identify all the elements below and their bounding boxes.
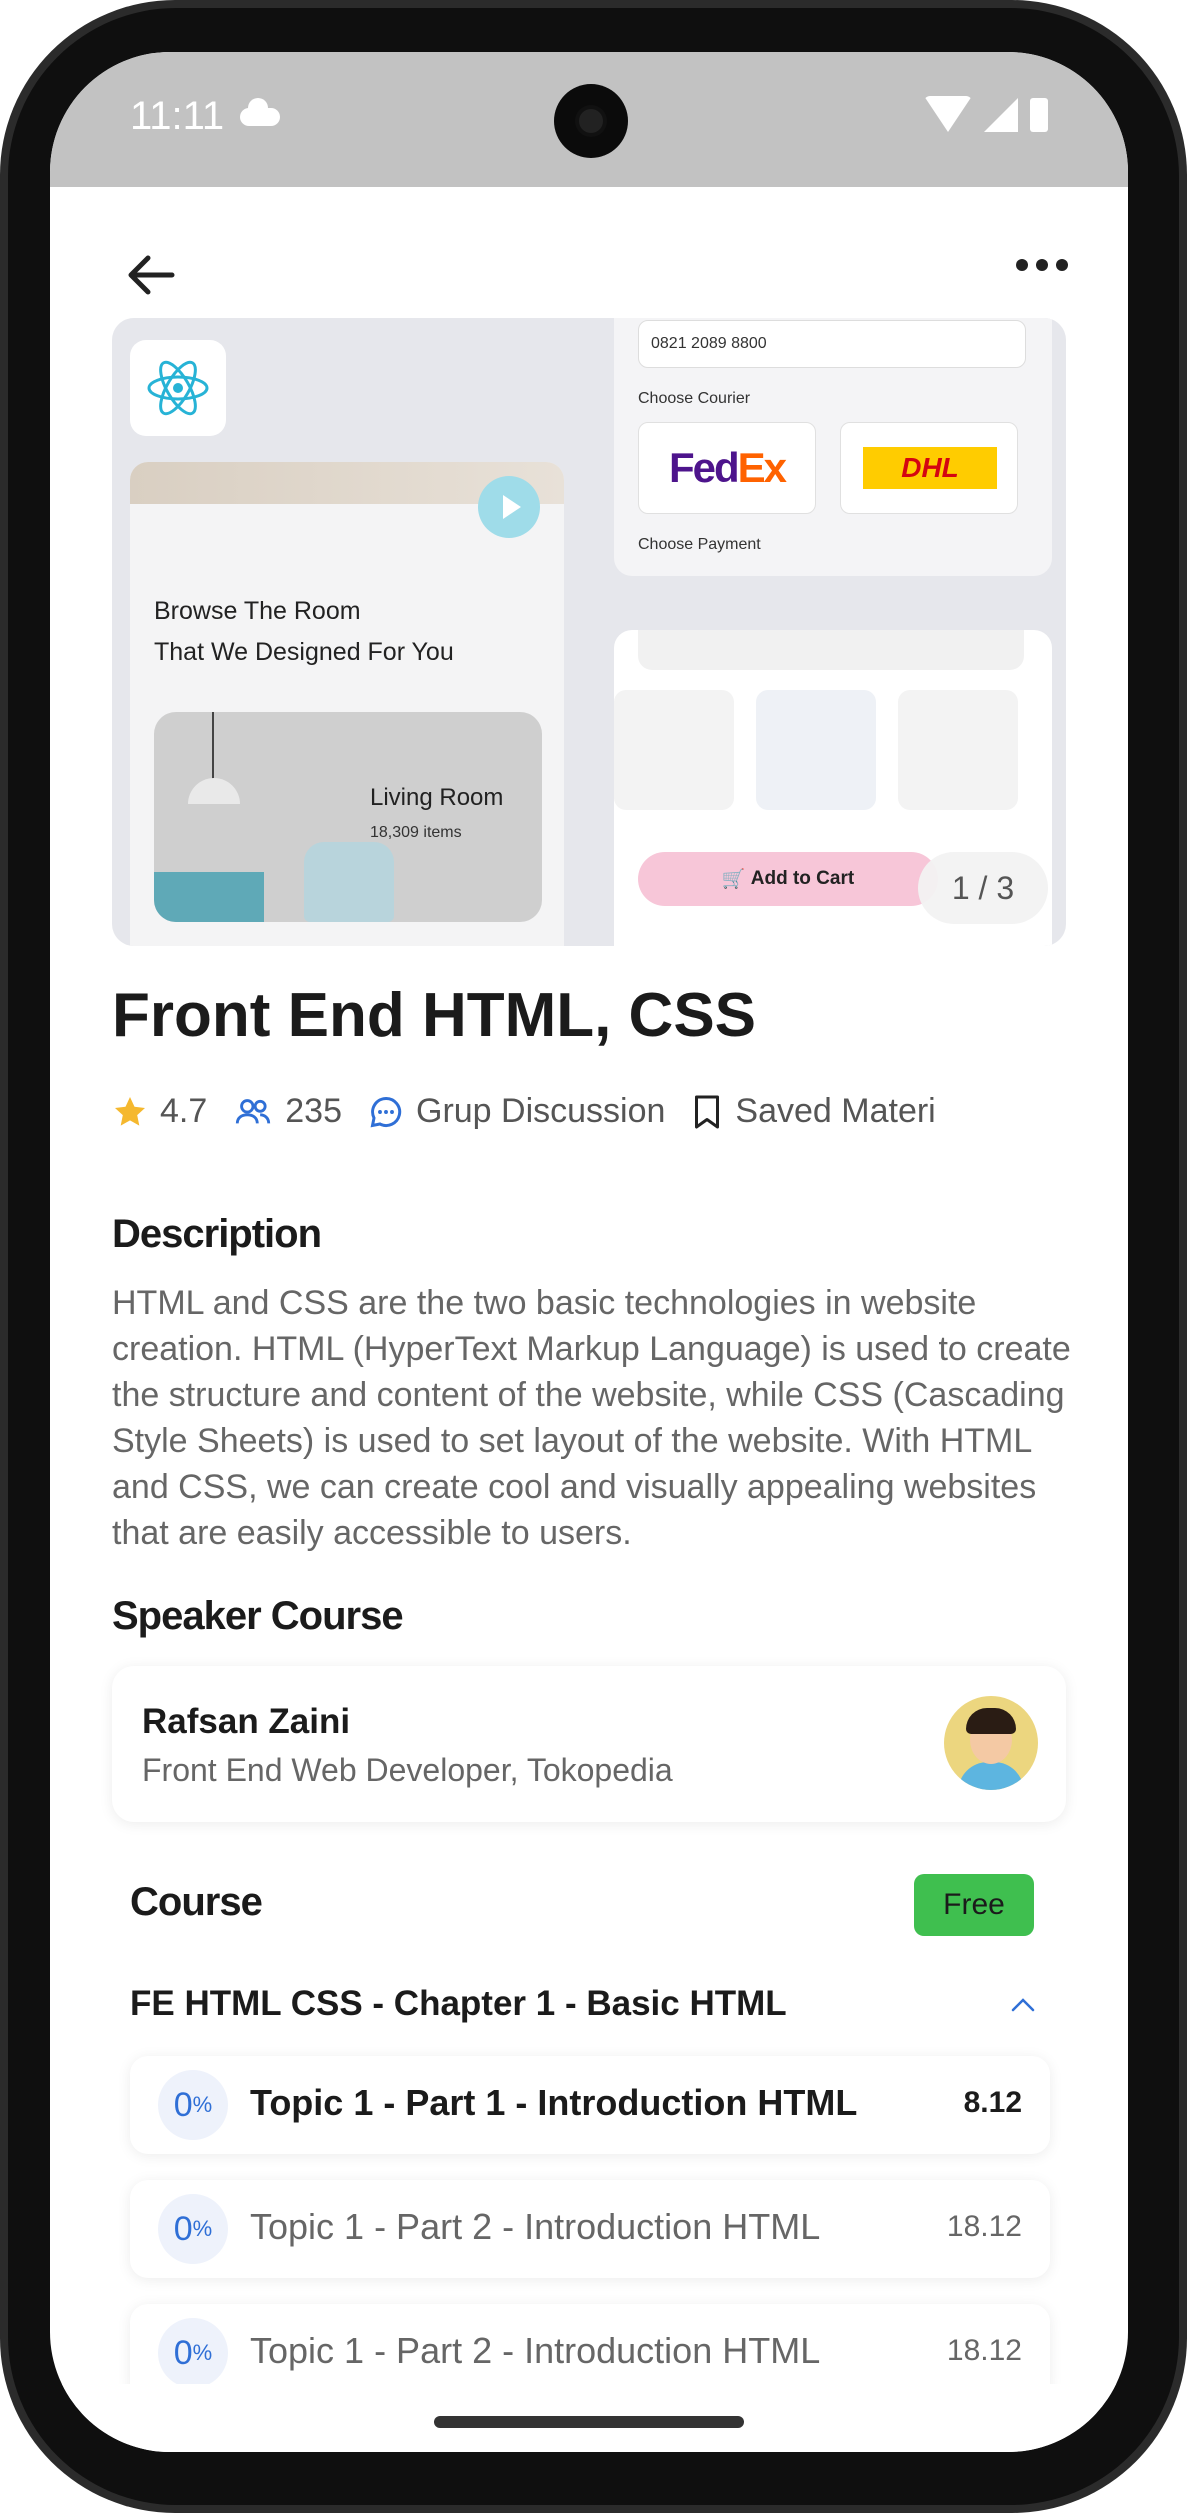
mock-room-items: 18,309 items [370, 824, 462, 841]
front-camera [554, 84, 628, 158]
progress-indicator: 0% [158, 2070, 228, 2140]
mock-add-to-cart: 🛒 Add to Cart [638, 852, 938, 906]
mock-phone-field: 0821 2089 8800 [638, 320, 1026, 368]
speaker-name: Rafsan Zaini [142, 1702, 351, 1741]
mock-choose-courier: Choose Courier [638, 390, 751, 407]
speaker-role: Front End Web Developer, Tokopedia [142, 1752, 673, 1788]
play-icon [478, 476, 540, 538]
speaker-card[interactable]: Rafsan Zaini Front End Web Developer, To… [112, 1666, 1066, 1822]
status-time: 11:11 [130, 94, 225, 138]
topic-duration: 8.12 [963, 2086, 1022, 2119]
users-icon [236, 1098, 271, 1124]
topic-item[interactable]: 0% Topic 1 - Part 2 - Introduction HTML … [130, 2180, 1050, 2278]
battery-icon [1030, 98, 1048, 132]
progress-indicator: 0% [158, 2194, 228, 2264]
topic-duration: 18.12 [946, 2334, 1022, 2367]
topic-title: Topic 1 - Part 2 - Introduction HTML [250, 2206, 821, 2247]
preview-mock-left: Browse The Room That We Designed For You… [130, 462, 564, 946]
carousel-pager: 1 / 3 [918, 852, 1048, 924]
topic-duration: 18.12 [946, 2210, 1022, 2243]
app-screen: 11:11 Browse The Room That We Designed F… [50, 52, 1128, 2452]
rating: 4.7 [112, 1092, 207, 1131]
mock-choose-payment: Choose Payment [638, 536, 761, 553]
cloud-icon [240, 98, 280, 126]
group-discussion-link[interactable]: Grup Discussion [368, 1092, 665, 1131]
preview-mock-checkout: 0821 2089 8800 Choose Courier FedEx Choo… [614, 318, 1052, 576]
cell-signal-icon [984, 98, 1018, 132]
course-meta-row: 4.7 235 Grup Discussion Saved Materi [112, 1092, 962, 1131]
course-title: Front End HTML, CSS [112, 981, 757, 1050]
topic-item[interactable]: 0% Topic 1 - Part 1 - Introduction HTML … [130, 2056, 1050, 2154]
chevron-up-icon[interactable] [1010, 1992, 1036, 2018]
topic-title: Topic 1 - Part 2 - Introduction HTML [250, 2330, 821, 2371]
course-heading: Course [130, 1880, 263, 1924]
more-horizontal-icon[interactable] [1016, 259, 1068, 271]
participants: 235 [233, 1092, 342, 1131]
topic-title: Topic 1 - Part 1 - Introduction HTML [250, 2082, 858, 2123]
top-app-bar [50, 187, 1128, 307]
arrow-left-icon[interactable] [122, 245, 182, 305]
price-badge: Free [914, 1874, 1034, 1936]
mock-headline-2: That We Designed For You [154, 638, 454, 666]
mock-headline-1: Browse The Room [154, 597, 361, 625]
bookmark-icon [695, 1095, 720, 1128]
description-heading: Description [112, 1212, 322, 1256]
wifi-icon [924, 96, 972, 132]
mock-room-card: Living Room 18,309 items [154, 712, 542, 922]
chapter-title[interactable]: FE HTML CSS - Chapter 1 - Basic HTML [130, 1984, 787, 2024]
chat-bubble-icon [370, 1096, 402, 1127]
mock-room-name: Living Room [370, 784, 504, 811]
star-icon [115, 1096, 145, 1126]
course-preview-carousel[interactable]: Browse The Room That We Designed For You… [112, 318, 1066, 946]
avatar [944, 1696, 1038, 1790]
status-bar: 11:11 [50, 52, 1128, 187]
react-logo-icon [130, 340, 226, 436]
speaker-heading: Speaker Course [112, 1594, 404, 1638]
progress-indicator: 0% [158, 2318, 228, 2388]
description-text: HTML and CSS are the two basic technolog… [112, 1284, 1071, 1552]
fedex-logo: Fed Ex [638, 422, 816, 514]
saved-materi-button[interactable]: Saved Materi [691, 1092, 936, 1131]
dhl-logo [840, 422, 1018, 514]
home-indicator[interactable] [434, 2416, 744, 2428]
